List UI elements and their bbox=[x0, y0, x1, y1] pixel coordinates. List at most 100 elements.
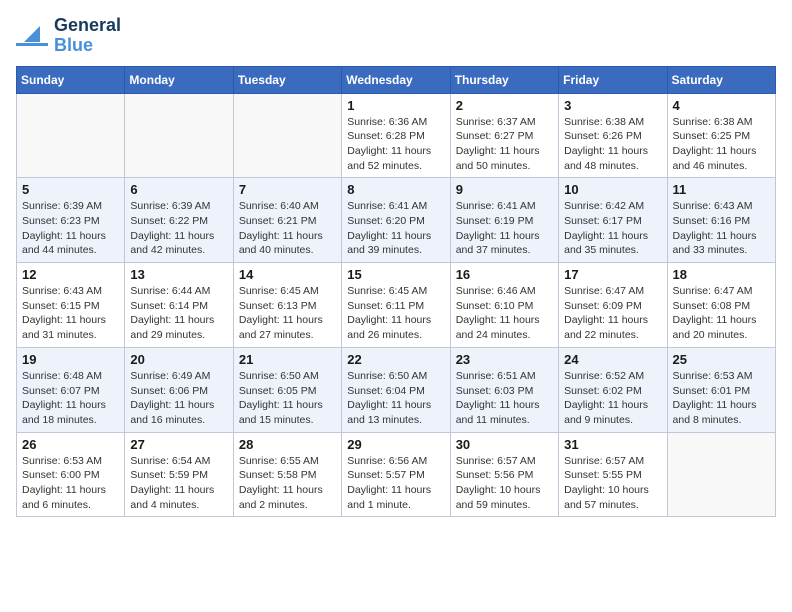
day-info: Sunrise: 6:56 AM Sunset: 5:57 PM Dayligh… bbox=[347, 454, 444, 513]
day-number: 22 bbox=[347, 352, 444, 367]
calendar-cell: 17 Sunrise: 6:47 AM Sunset: 6:09 PM Dayli… bbox=[559, 263, 667, 348]
calendar-cell: 2 Sunrise: 6:37 AM Sunset: 6:27 PM Daylig… bbox=[450, 93, 558, 178]
day-number: 16 bbox=[456, 267, 553, 282]
day-info: Sunrise: 6:41 AM Sunset: 6:20 PM Dayligh… bbox=[347, 199, 444, 258]
day-number: 6 bbox=[130, 182, 227, 197]
day-number: 21 bbox=[239, 352, 336, 367]
day-number: 28 bbox=[239, 437, 336, 452]
calendar-cell: 31Sunrise: 6:57 AM Sunset: 5:55 PM Dayli… bbox=[559, 432, 667, 517]
day-info: Sunrise: 6:38 AM Sunset: 6:25 PM Dayligh… bbox=[673, 115, 770, 174]
day-number: 29 bbox=[347, 437, 444, 452]
day-info: Sunrise: 6:40 AM Sunset: 6:21 PM Dayligh… bbox=[239, 199, 336, 258]
calendar-header-thursday: Thursday bbox=[450, 66, 558, 93]
calendar-cell: 4 Sunrise: 6:38 AM Sunset: 6:25 PM Daylig… bbox=[667, 93, 775, 178]
calendar-week-4: 19 Sunrise: 6:48 AM Sunset: 6:07 PM Dayli… bbox=[17, 347, 776, 432]
calendar-cell: 11 Sunrise: 6:43 AM Sunset: 6:16 PM Dayli… bbox=[667, 178, 775, 263]
calendar-cell: 28 Sunrise: 6:55 AM Sunset: 5:58 PM Dayli… bbox=[233, 432, 341, 517]
calendar-cell: 27 Sunrise: 6:54 AM Sunset: 5:59 PM Dayli… bbox=[125, 432, 233, 517]
day-info: Sunrise: 6:39 AM Sunset: 6:22 PM Dayligh… bbox=[130, 199, 227, 258]
calendar-cell bbox=[233, 93, 341, 178]
calendar-cell: 20Sunrise: 6:49 AM Sunset: 6:06 PM Dayli… bbox=[125, 347, 233, 432]
day-info: Sunrise: 6:55 AM Sunset: 5:58 PM Dayligh… bbox=[239, 454, 336, 513]
logo-general: General bbox=[54, 16, 121, 36]
calendar-header-sunday: Sunday bbox=[17, 66, 125, 93]
day-info: Sunrise: 6:48 AM Sunset: 6:07 PM Dayligh… bbox=[22, 369, 119, 428]
day-number: 27 bbox=[130, 437, 227, 452]
calendar-cell: 15Sunrise: 6:45 AM Sunset: 6:11 PM Dayli… bbox=[342, 263, 450, 348]
calendar-cell: 14 Sunrise: 6:45 AM Sunset: 6:13 PM Dayli… bbox=[233, 263, 341, 348]
day-info: Sunrise: 6:39 AM Sunset: 6:23 PM Dayligh… bbox=[22, 199, 119, 258]
day-number: 12 bbox=[22, 267, 119, 282]
day-number: 19 bbox=[22, 352, 119, 367]
calendar-header-row: SundayMondayTuesdayWednesdayThursdayFrid… bbox=[17, 66, 776, 93]
calendar-cell: 23 Sunrise: 6:51 AM Sunset: 6:03 PM Dayli… bbox=[450, 347, 558, 432]
logo-blue: Blue bbox=[54, 36, 121, 56]
day-info: Sunrise: 6:41 AM Sunset: 6:19 PM Dayligh… bbox=[456, 199, 553, 258]
day-info: Sunrise: 6:50 AM Sunset: 6:04 PM Dayligh… bbox=[347, 369, 444, 428]
calendar-cell: 19 Sunrise: 6:48 AM Sunset: 6:07 PM Dayli… bbox=[17, 347, 125, 432]
calendar-cell: 29 Sunrise: 6:56 AM Sunset: 5:57 PM Dayli… bbox=[342, 432, 450, 517]
calendar-header-monday: Monday bbox=[125, 66, 233, 93]
day-info: Sunrise: 6:43 AM Sunset: 6:15 PM Dayligh… bbox=[22, 284, 119, 343]
calendar-body: 1Sunrise: 6:36 AM Sunset: 6:28 PM Daylig… bbox=[17, 93, 776, 517]
calendar-cell: 16 Sunrise: 6:46 AM Sunset: 6:10 PM Dayli… bbox=[450, 263, 558, 348]
calendar-cell: 26Sunrise: 6:53 AM Sunset: 6:00 PM Dayli… bbox=[17, 432, 125, 517]
day-number: 31 bbox=[564, 437, 661, 452]
day-number: 20 bbox=[130, 352, 227, 367]
calendar-cell: 18 Sunrise: 6:47 AM Sunset: 6:08 PM Dayli… bbox=[667, 263, 775, 348]
calendar-week-3: 12 Sunrise: 6:43 AM Sunset: 6:15 PM Dayli… bbox=[17, 263, 776, 348]
day-info: Sunrise: 6:37 AM Sunset: 6:27 PM Dayligh… bbox=[456, 115, 553, 174]
calendar-cell: 21 Sunrise: 6:50 AM Sunset: 6:05 PM Dayli… bbox=[233, 347, 341, 432]
calendar-cell: 7 Sunrise: 6:40 AM Sunset: 6:21 PM Daylig… bbox=[233, 178, 341, 263]
day-info: Sunrise: 6:45 AM Sunset: 6:13 PM Dayligh… bbox=[239, 284, 336, 343]
day-info: Sunrise: 6:43 AM Sunset: 6:16 PM Dayligh… bbox=[673, 199, 770, 258]
day-number: 1 bbox=[347, 98, 444, 113]
calendar-table: SundayMondayTuesdayWednesdayThursdayFrid… bbox=[16, 66, 776, 518]
day-number: 13 bbox=[130, 267, 227, 282]
day-info: Sunrise: 6:44 AM Sunset: 6:14 PM Dayligh… bbox=[130, 284, 227, 343]
day-info: Sunrise: 6:54 AM Sunset: 5:59 PM Dayligh… bbox=[130, 454, 227, 513]
day-number: 14 bbox=[239, 267, 336, 282]
calendar-cell: 9 Sunrise: 6:41 AM Sunset: 6:19 PM Daylig… bbox=[450, 178, 558, 263]
day-info: Sunrise: 6:46 AM Sunset: 6:10 PM Dayligh… bbox=[456, 284, 553, 343]
day-number: 26 bbox=[22, 437, 119, 452]
day-info: Sunrise: 6:52 AM Sunset: 6:02 PM Dayligh… bbox=[564, 369, 661, 428]
day-number: 9 bbox=[456, 182, 553, 197]
day-number: 23 bbox=[456, 352, 553, 367]
day-number: 24 bbox=[564, 352, 661, 367]
calendar-header-tuesday: Tuesday bbox=[233, 66, 341, 93]
day-number: 30 bbox=[456, 437, 553, 452]
calendar-cell: 10 Sunrise: 6:42 AM Sunset: 6:17 PM Dayli… bbox=[559, 178, 667, 263]
day-number: 2 bbox=[456, 98, 553, 113]
day-info: Sunrise: 6:51 AM Sunset: 6:03 PM Dayligh… bbox=[456, 369, 553, 428]
day-number: 15 bbox=[347, 267, 444, 282]
calendar-week-1: 1Sunrise: 6:36 AM Sunset: 6:28 PM Daylig… bbox=[17, 93, 776, 178]
calendar-cell bbox=[667, 432, 775, 517]
calendar-cell: 25 Sunrise: 6:53 AM Sunset: 6:01 PM Dayli… bbox=[667, 347, 775, 432]
day-number: 8 bbox=[347, 182, 444, 197]
day-info: Sunrise: 6:47 AM Sunset: 6:08 PM Dayligh… bbox=[673, 284, 770, 343]
day-number: 17 bbox=[564, 267, 661, 282]
day-number: 4 bbox=[673, 98, 770, 113]
calendar-cell: 13 Sunrise: 6:44 AM Sunset: 6:14 PM Dayli… bbox=[125, 263, 233, 348]
day-number: 25 bbox=[673, 352, 770, 367]
calendar-cell: 3Sunrise: 6:38 AM Sunset: 6:26 PM Daylig… bbox=[559, 93, 667, 178]
calendar-cell: 22 Sunrise: 6:50 AM Sunset: 6:04 PM Dayli… bbox=[342, 347, 450, 432]
day-number: 10 bbox=[564, 182, 661, 197]
calendar-cell: 1Sunrise: 6:36 AM Sunset: 6:28 PM Daylig… bbox=[342, 93, 450, 178]
day-number: 11 bbox=[673, 182, 770, 197]
day-info: Sunrise: 6:53 AM Sunset: 6:01 PM Dayligh… bbox=[673, 369, 770, 428]
day-number: 18 bbox=[673, 267, 770, 282]
day-info: Sunrise: 6:42 AM Sunset: 6:17 PM Dayligh… bbox=[564, 199, 661, 258]
day-info: Sunrise: 6:50 AM Sunset: 6:05 PM Dayligh… bbox=[239, 369, 336, 428]
day-number: 7 bbox=[239, 182, 336, 197]
calendar-week-5: 26Sunrise: 6:53 AM Sunset: 6:00 PM Dayli… bbox=[17, 432, 776, 517]
calendar-header-wednesday: Wednesday bbox=[342, 66, 450, 93]
logo: General Blue bbox=[16, 16, 121, 56]
calendar-cell: 5Sunrise: 6:39 AM Sunset: 6:23 PM Daylig… bbox=[17, 178, 125, 263]
calendar-cell: 8 Sunrise: 6:41 AM Sunset: 6:20 PM Daylig… bbox=[342, 178, 450, 263]
calendar-cell: 12 Sunrise: 6:43 AM Sunset: 6:15 PM Dayli… bbox=[17, 263, 125, 348]
day-info: Sunrise: 6:47 AM Sunset: 6:09 PM Dayligh… bbox=[564, 284, 661, 343]
calendar-week-2: 5Sunrise: 6:39 AM Sunset: 6:23 PM Daylig… bbox=[17, 178, 776, 263]
day-info: Sunrise: 6:38 AM Sunset: 6:26 PM Dayligh… bbox=[564, 115, 661, 174]
